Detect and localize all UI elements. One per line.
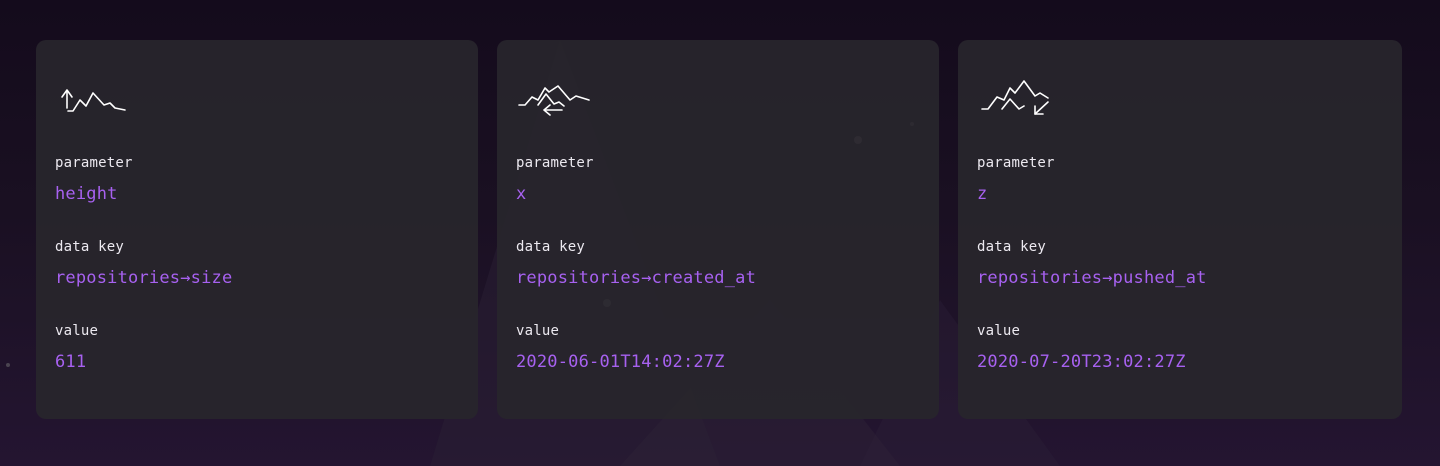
data-key-value: repositories→size [55,268,233,288]
parameter-value: height [55,184,118,204]
data-key-value: repositories→pushed_at [977,268,1207,288]
value-value: 2020-06-01T14:02:27Z [516,352,725,372]
parameter-cards: parameter height data key repositories→s… [36,40,1402,419]
parameter-label: parameter [55,155,133,171]
parameter-label: parameter [516,155,594,171]
mountain-arrow-left-icon [516,76,596,116]
parameter-value: z [977,184,988,204]
data-key-value: repositories→created_at [516,268,757,288]
mountain-arrow-up-icon [55,76,135,116]
data-key-label: data key [977,239,1047,255]
parameter-card-x: parameter x data key repositories→create… [497,40,939,419]
value-label: value [516,323,560,339]
parameter-value: x [516,184,527,204]
parameter-card-z: parameter z data key repositories→pushed… [958,40,1402,419]
value-label: value [55,323,99,339]
data-key-label: data key [516,239,586,255]
parameter-label: parameter [977,155,1055,171]
value-label: value [977,323,1021,339]
value-value: 2020-07-20T23:02:27Z [977,352,1186,372]
value-value: 611 [55,352,87,372]
data-key-label: data key [55,239,125,255]
parameter-card-height: parameter height data key repositories→s… [36,40,478,419]
mountain-arrow-down-left-icon [977,76,1057,116]
